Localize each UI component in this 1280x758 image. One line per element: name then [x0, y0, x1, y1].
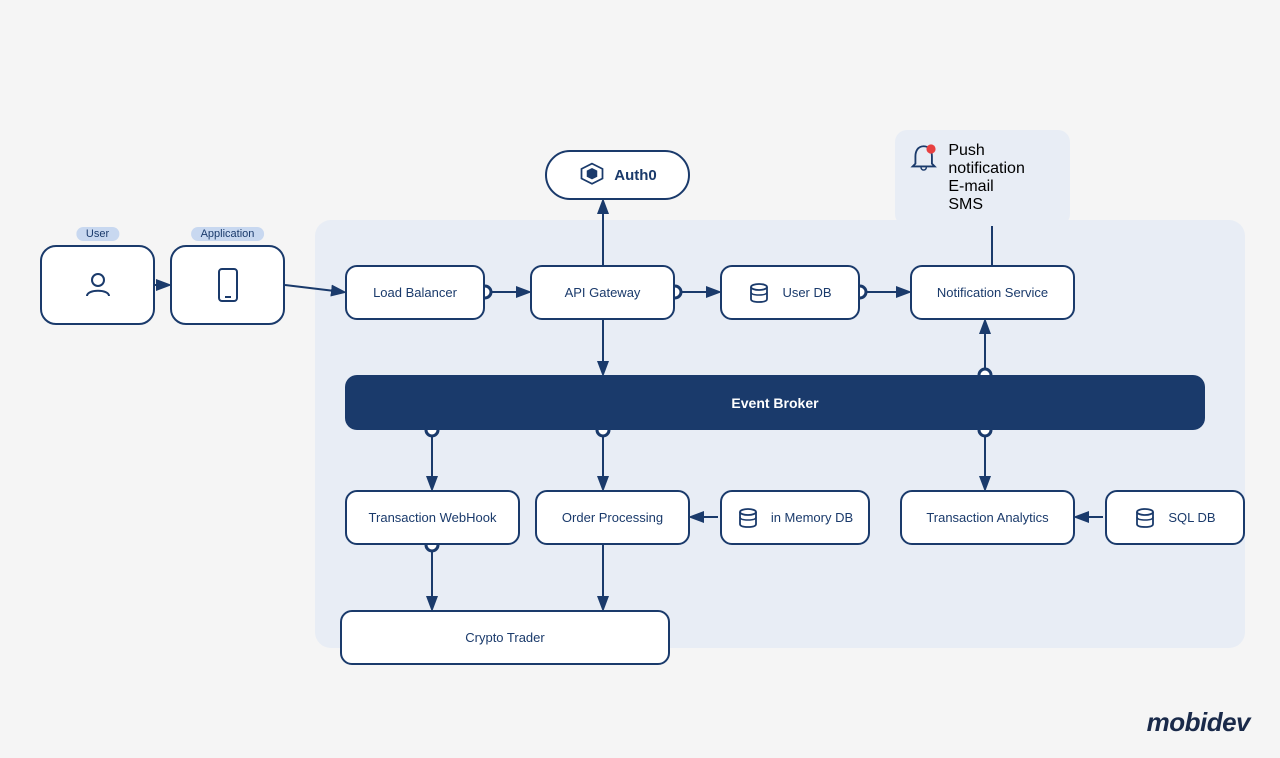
transaction-analytics-label: Transaction Analytics — [926, 510, 1048, 525]
in-memory-db-label: in Memory DB — [771, 510, 853, 525]
in-memory-db-node: in Memory DB — [720, 490, 870, 545]
notif-line2: E-mail — [948, 178, 1056, 196]
event-broker-node: Event Broker — [345, 375, 1205, 430]
transaction-webhook-node: Transaction WebHook — [345, 490, 520, 545]
diagram: Auth0 Push notification E-mail SMS User … — [20, 50, 1260, 708]
notif-info-box: Push notification E-mail SMS — [895, 130, 1070, 226]
user-db-label: User DB — [782, 285, 831, 300]
sql-db-label: SQL DB — [1168, 510, 1215, 525]
application-node: Application — [170, 245, 285, 325]
order-processing-node: Order Processing — [535, 490, 690, 545]
notification-service-label: Notification Service — [937, 285, 1048, 300]
crypto-trader-node: Crypto Trader — [340, 610, 670, 665]
notif-info-text: Push notification E-mail SMS — [948, 142, 1056, 214]
auth0-node: Auth0 — [545, 150, 690, 200]
user-db-node: User DB — [720, 265, 860, 320]
memory-db-icon — [737, 507, 759, 529]
sql-db-node: SQL DB — [1105, 490, 1245, 545]
api-gateway-label: API Gateway — [565, 285, 641, 300]
load-balancer-label: Load Balancer — [373, 285, 457, 300]
transaction-analytics-node: Transaction Analytics — [900, 490, 1075, 545]
sql-db-icon — [1134, 507, 1156, 529]
crypto-trader-label: Crypto Trader — [465, 630, 544, 645]
user-icon — [83, 270, 113, 300]
user-node: User — [40, 245, 155, 325]
event-broker-label: Event Broker — [731, 395, 818, 411]
logo-static: mobidev — [1147, 707, 1250, 737]
user-label: User — [76, 227, 119, 241]
order-processing-label: Order Processing — [562, 510, 663, 525]
load-balancer-node: Load Balancer — [345, 265, 485, 320]
auth0-label: Auth0 — [614, 167, 657, 184]
application-label: Application — [191, 227, 265, 241]
notification-service-node: Notification Service — [910, 265, 1075, 320]
user-db-icon — [748, 282, 770, 304]
api-gateway-node: API Gateway — [530, 265, 675, 320]
notif-line3: SMS — [948, 196, 1056, 214]
logo: mobidev — [1147, 707, 1250, 738]
transaction-webhook-label: Transaction WebHook — [369, 510, 497, 525]
bell-icon — [909, 142, 938, 178]
notif-line1: Push notification — [948, 142, 1056, 178]
mobile-icon — [217, 268, 239, 302]
auth0-icon — [578, 161, 606, 189]
